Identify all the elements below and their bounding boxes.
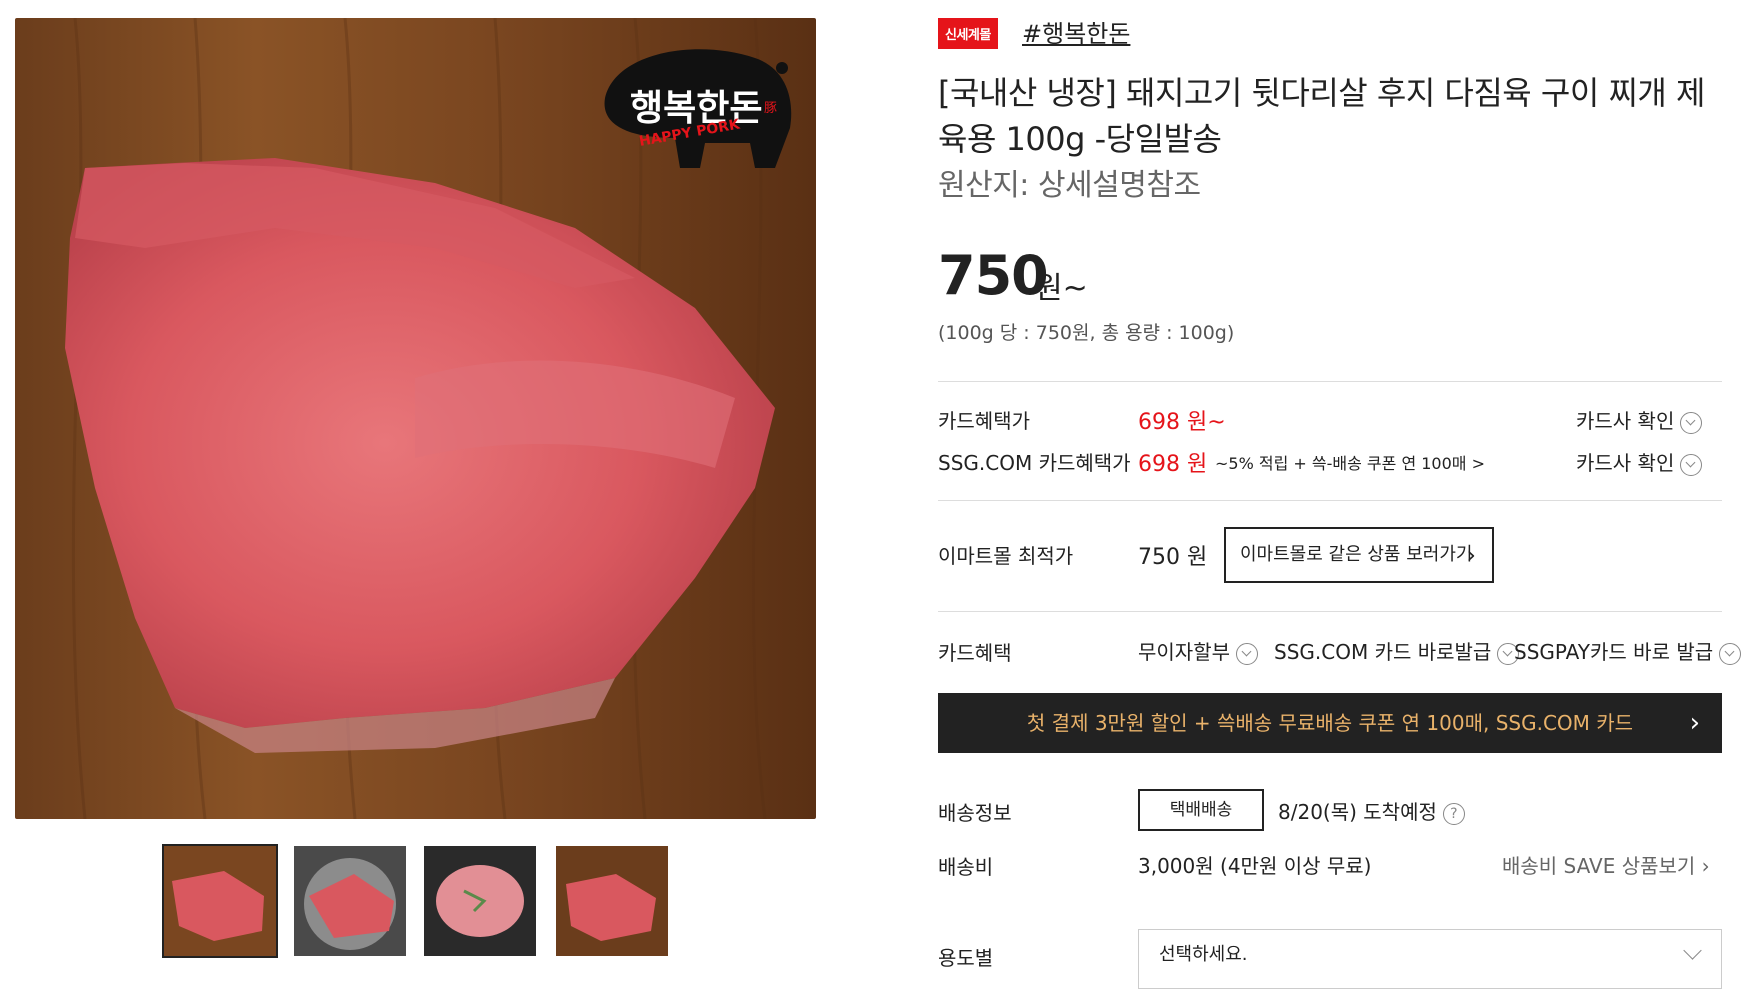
mall-badge: 신세계몰 [938,18,998,49]
thumbnail-1[interactable] [162,844,278,958]
ssg-card-benefit-price: 698 원 [1138,452,1208,477]
thumbnail-2[interactable] [294,846,406,956]
benefit-label: 무이자할부 [1138,640,1230,664]
chevron-right-icon: › [1689,708,1700,738]
card-check-link-1[interactable]: 카드사 확인 [1576,405,1703,434]
chevron-down-icon [1683,941,1702,960]
product-title: [국내산 냉장] 돼지고기 뒷다리살 후지 다짐육 구이 찌개 제육용 100g… [938,74,1705,158]
chevron-right-icon: › [1695,854,1710,878]
ssg-card-benefit-label: SSG.COM 카드혜택가 [938,451,1131,475]
logo-seal-text: 豚 [764,101,777,116]
option-label: 용도별 [938,946,994,970]
chevron-down-icon [1719,642,1742,665]
shipping-fee-label: 배송비 [938,855,994,879]
thumbnail-4[interactable] [556,846,668,956]
price-unit: 원~ [1035,271,1088,306]
unit-price: (100g 당 : 750원, 총 용량 : 100g) [938,322,1235,344]
emart-same-product-button[interactable]: 이마트몰로 같은 상품 보러가기 › [1224,527,1494,583]
banner-text: 첫 결제 3만원 할인 + 쓱배송 무료배송 쿠폰 연 100매, SSG.CO… [1026,711,1634,735]
ssg-card-issue-link[interactable]: SSG.COM 카드 바로발급 [1274,636,1520,665]
delivery-info-label: 배송정보 [938,801,1012,825]
ssg-card-promo-link[interactable]: ~5% 적립 + 쓱-배송 쿠폰 연 100매 > [1215,450,1485,474]
divider [938,381,1722,382]
benefit-label: SSG.COM 카드 바로발급 [1274,640,1492,664]
option-placeholder: 선택하세요. [1159,944,1248,965]
logo-text-ko: 행복한돈 [630,88,762,129]
ssgpay-card-issue-link[interactable]: SSGPAY카드 바로 발급 [1514,636,1742,665]
benefit-label: SSGPAY카드 바로 발급 [1514,640,1714,664]
chevron-down-icon [1680,453,1703,476]
card-check-link-2[interactable]: 카드사 확인 [1576,447,1703,476]
emart-button-label: 이마트몰로 같은 상품 보러가기 [1240,544,1473,565]
thumbnail-3[interactable] [424,846,536,956]
card-benefits-label: 카드혜택 [938,641,1012,665]
emart-best-price-label: 이마트몰 최적가 [938,544,1074,568]
emart-best-price: 750 원 [1138,545,1208,570]
card-check-label: 카드사 확인 [1576,451,1675,475]
option-select[interactable]: 선택하세요. [1138,929,1722,989]
shipping-save-label: 배송비 SAVE 상품보기 [1502,854,1696,878]
card-check-label: 카드사 확인 [1576,409,1675,433]
card-benefit-price: 698 원~ [1138,410,1226,435]
divider [938,500,1722,501]
shipping-fee-value: 3,000원 (4만원 이상 무료) [1138,854,1372,878]
product-price: 750 [938,244,1049,307]
ssg-card-promo-banner[interactable]: 첫 결제 3만원 할인 + 쓱배송 무료배송 쿠폰 연 100매, SSG.CO… [938,693,1722,753]
parcel-delivery-button[interactable]: 택배배송 [1138,789,1264,831]
interest-free-link[interactable]: 무이자할부 [1138,636,1258,665]
arrival-estimate: 8/20(목) 도착예정? [1278,796,1465,825]
chevron-down-icon [1236,642,1258,665]
chevron-down-icon [1680,411,1703,434]
product-main-image: 행복한돈 HAPPY PORK 豚 [15,18,816,819]
arrival-text: 8/20(목) 도착예정 [1278,800,1437,824]
shipping-save-link[interactable]: 배송비 SAVE 상품보기 › [1502,850,1710,879]
origin-text: 원산지: 상세설명참조 [938,168,1201,203]
help-icon[interactable]: ? [1442,802,1465,825]
card-benefit-label: 카드혜택가 [938,409,1030,433]
divider [938,611,1722,612]
chevron-right-icon: › [1466,541,1476,569]
brand-tag-link[interactable]: #행복한돈 [1022,14,1130,49]
